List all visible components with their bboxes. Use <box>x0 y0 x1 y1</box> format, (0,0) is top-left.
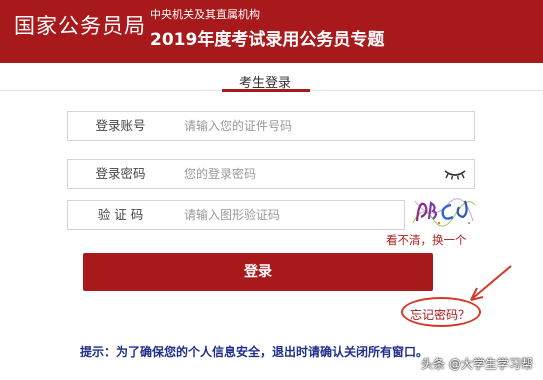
annotation-arrow-icon <box>470 265 512 301</box>
refresh-captcha-link[interactable]: 看不清，换一个 <box>386 232 467 248</box>
captcha-label: 验 证 码 <box>97 207 144 222</box>
password-field: 登录密码 <box>67 159 475 189</box>
login-button[interactable]: 登录 <box>83 253 433 291</box>
header-subtitle: 中央机关及其直属机构 <box>150 8 260 21</box>
captcha-field: 验 证 码 <box>67 200 405 230</box>
site-header: 国家公务员局 中央机关及其直属机构 2019年度考试录用公务员专题 <box>0 0 543 63</box>
account-field: 登录账号 <box>67 111 475 141</box>
account-label: 登录账号 <box>95 118 146 133</box>
security-notice: 提示：为了确保您的个人信息安全，退出时请确认关闭所有窗口。 <box>80 345 429 359</box>
header-title: 2019年度考试录用公务员专题 <box>150 30 385 50</box>
watermark: 头条 @大学生学习帮 <box>421 357 533 371</box>
password-input[interactable] <box>184 163 414 185</box>
password-label: 登录密码 <box>95 166 146 181</box>
eye-closed-icon[interactable] <box>444 168 466 180</box>
tab-active-indicator <box>222 89 310 92</box>
captcha-input[interactable] <box>184 204 384 226</box>
captcha-image-icon[interactable] <box>411 193 477 229</box>
site-brand: 国家公务员局 <box>14 14 146 38</box>
account-input[interactable] <box>184 115 414 137</box>
